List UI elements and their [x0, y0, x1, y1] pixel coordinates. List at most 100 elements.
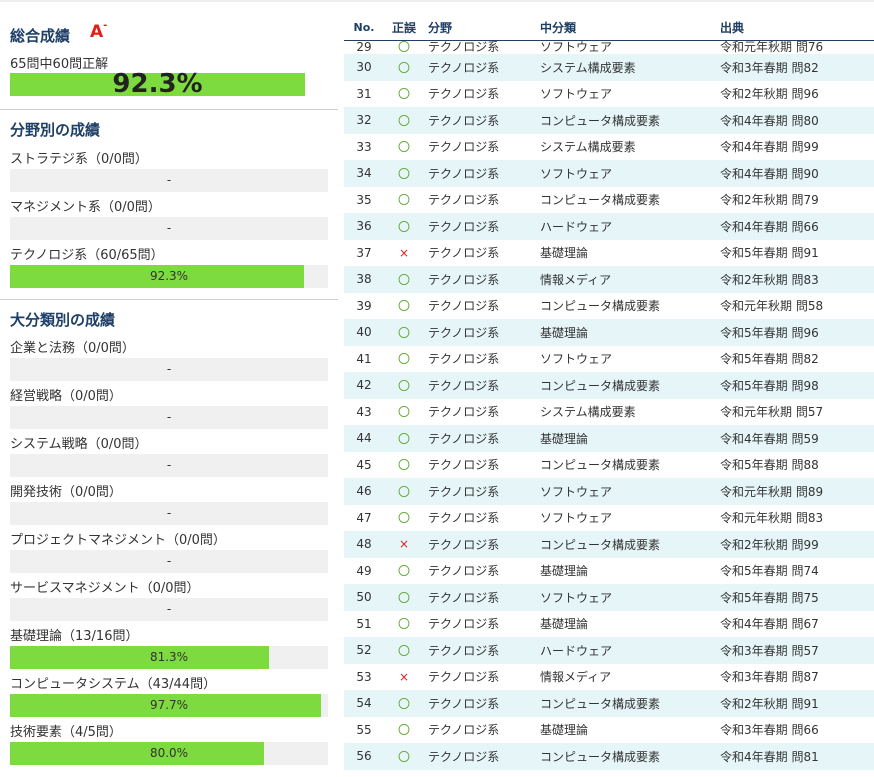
table-row[interactable]: 55 〇 テクノロジ系 基礎理論 令和3年春期 問66 [344, 717, 874, 744]
table-row[interactable]: 33 〇 テクノロジ系 システム構成要素 令和4年春期 問99 [344, 134, 874, 161]
row-no: 56 [344, 743, 384, 770]
table-row[interactable]: 45 〇 テクノロジ系 コンピュータ構成要素 令和5年春期 問88 [344, 452, 874, 479]
score-bar: - [10, 217, 328, 240]
correct-icon: 〇 [397, 113, 410, 128]
table-row[interactable]: 46 〇テクノロジ系 ソフトウェア 令和元年秋期 問89 [344, 478, 874, 505]
header-result[interactable]: 正誤 [384, 14, 424, 41]
row-result: 〇 [384, 452, 424, 479]
row-no: 39 [356, 298, 372, 313]
header-field[interactable]: 分野 [424, 14, 540, 41]
score-value: - [166, 554, 172, 568]
row-no: 48 [344, 531, 384, 558]
correct-icon: 〇 [397, 643, 410, 658]
row-field: テクノロジ系 [428, 352, 500, 367]
score-value: 81.3% [149, 650, 189, 664]
table-row[interactable]: 50 〇テクノロジ系 ソフトウェア 令和5年春期 問75 [344, 584, 874, 611]
header-no[interactable]: No. [344, 14, 384, 41]
row-result: 〇 [384, 319, 424, 346]
correct-icon: 〇 [397, 40, 410, 54]
row-subcategory: システム構成要素 [540, 140, 636, 155]
row-no: 34 [344, 160, 384, 187]
score-bar: 97.7% [10, 694, 328, 717]
table-row[interactable]: 52 〇テクノロジ系 ハードウェア 令和3年春期 問57 [344, 637, 874, 664]
row-result: 〇 [384, 41, 424, 55]
row-no: 42 [344, 372, 384, 399]
row-result: 〇 [384, 81, 424, 108]
results-table-wrap: No. 正誤 分野 中分類 出典 29 〇テクノロジ系 ソフトウェア 令和元年秋期 問… [344, 14, 874, 770]
summary-percent: 92.3% [112, 69, 203, 99]
row-result: 〇 [384, 160, 424, 187]
row-result: 〇 [384, 293, 424, 320]
table-row[interactable]: 40 〇テクノロジ系 基礎理論 令和5年春期 問96 [344, 319, 874, 346]
table-row[interactable]: 48 × テクノロジ系 コンピュータ構成要素 令和2年秋期 問99 [344, 531, 874, 558]
table-row[interactable]: 43 〇 テクノロジ系 システム構成要素 令和元年秋期 問57 [344, 399, 874, 426]
row-field: テクノロジ系 [424, 690, 540, 717]
table-row[interactable]: 35 〇 テクノロジ系 コンピュータ構成要素 令和2年秋期 問79 [344, 187, 874, 214]
table-row[interactable]: 38 〇テクノロジ系 情報メディア 令和2年秋期 問83 [344, 266, 874, 293]
row-no: 44 [344, 425, 384, 452]
row-field: テクノロジ系 [424, 319, 540, 346]
row-no: 43 [356, 404, 372, 419]
score-value: 92.3% [149, 269, 189, 283]
row-no: 47 [356, 510, 372, 525]
row-subcategory: 情報メディア [540, 670, 612, 685]
score-bar: 92.3% [10, 265, 328, 288]
score-label: 開発技術（0/0問） [10, 485, 122, 500]
row-source: 令和2年秋期 問83 [720, 266, 874, 293]
table-row[interactable]: 56 〇テクノロジ系 コンピュータ構成要素 令和4年春期 問81 [344, 743, 874, 770]
row-no: 30 [344, 54, 384, 81]
header-source[interactable]: 出典 [720, 14, 874, 41]
row-result: 〇 [384, 107, 424, 134]
table-row[interactable]: 39 〇 テクノロジ系 コンピュータ構成要素 令和元年秋期 問58 [344, 293, 874, 320]
row-subcategory: 基礎理論 [540, 617, 589, 632]
score-bar: - [10, 550, 328, 573]
wrong-icon: × [398, 245, 410, 260]
row-result: × [384, 240, 424, 267]
correct-icon: 〇 [397, 87, 410, 102]
row-no: 36 [344, 213, 384, 240]
row-field: テクノロジ系 [424, 584, 540, 611]
row-subcategory: コンピュータ構成要素 [540, 531, 720, 558]
row-field: テクノロジ系 [424, 372, 540, 399]
row-result: 〇 [384, 213, 424, 240]
table-row[interactable]: 42 〇テクノロジ系 コンピュータ構成要素 令和5年春期 問98 [344, 372, 874, 399]
row-source: 令和5年春期 問82 [720, 352, 819, 367]
row-source: 令和4年春期 問59 [720, 425, 874, 452]
row-no: 55 [356, 722, 372, 737]
score-label: ストラテジ系（0/0問） [10, 152, 148, 167]
table-row[interactable]: 53 × テクノロジ系 情報メディア 令和3年春期 問87 [344, 664, 874, 691]
table-row[interactable]: 49 〇 テクノロジ系 基礎理論 令和5年春期 問74 [344, 558, 874, 585]
header-subcategory[interactable]: 中分類 [540, 14, 720, 41]
table-row[interactable]: 44 〇テクノロジ系 基礎理論 令和4年春期 問59 [344, 425, 874, 452]
table-row[interactable]: 31 〇 テクノロジ系 ソフトウェア 令和2年秋期 問96 [344, 81, 874, 108]
score-value: - [166, 410, 172, 424]
row-no: 53 [356, 669, 372, 684]
table-row[interactable]: 34 〇テクノロジ系 ソフトウェア 令和4年春期 問90 [344, 160, 874, 187]
table-row[interactable]: 37 × テクノロジ系 基礎理論 令和5年春期 問91 [344, 240, 874, 267]
wrong-icon: × [398, 669, 410, 684]
row-result: 〇 [384, 505, 424, 532]
row-field: テクノロジ系 [424, 160, 540, 187]
table-row[interactable]: 51 〇 テクノロジ系 基礎理論 令和4年春期 問67 [344, 611, 874, 638]
table-row[interactable]: 47 〇 テクノロジ系 ソフトウェア 令和元年秋期 問83 [344, 505, 874, 532]
row-source: 令和3年春期 問57 [720, 637, 874, 664]
row-result: 〇 [384, 558, 424, 585]
table-row[interactable]: 41 〇 テクノロジ系 ソフトウェア 令和5年春期 問82 [344, 346, 874, 373]
row-result: 〇 [384, 478, 424, 505]
score-value: - [166, 221, 172, 235]
field-section-title: 分野別の成績 [10, 121, 101, 139]
row-field: テクノロジ系 [424, 266, 540, 293]
table-row[interactable]: 36 〇テクノロジ系 ハードウェア 令和4年春期 問66 [344, 213, 874, 240]
table-row[interactable]: 29 〇 テクノロジ系 ソフトウェア 令和元年秋期 問76 [344, 41, 874, 55]
score-bar: 80.0% [10, 742, 328, 765]
table-row[interactable]: 32 〇テクノロジ系 コンピュータ構成要素 令和4年春期 問80 [344, 107, 874, 134]
row-result: 〇 [384, 134, 424, 161]
row-no: 49 [356, 563, 372, 578]
table-row[interactable]: 54 〇テクノロジ系 コンピュータ構成要素 令和2年秋期 問91 [344, 690, 874, 717]
table-row[interactable]: 30 〇テクノロジ系 システム構成要素 令和3年春期 問82 [344, 54, 874, 81]
row-subcategory: 基礎理論 [540, 319, 720, 346]
row-result: 〇 [384, 54, 424, 81]
row-source: 令和5年春期 問96 [720, 319, 874, 346]
row-subcategory: 基礎理論 [540, 564, 589, 579]
row-source: 令和2年秋期 問79 [720, 193, 819, 208]
